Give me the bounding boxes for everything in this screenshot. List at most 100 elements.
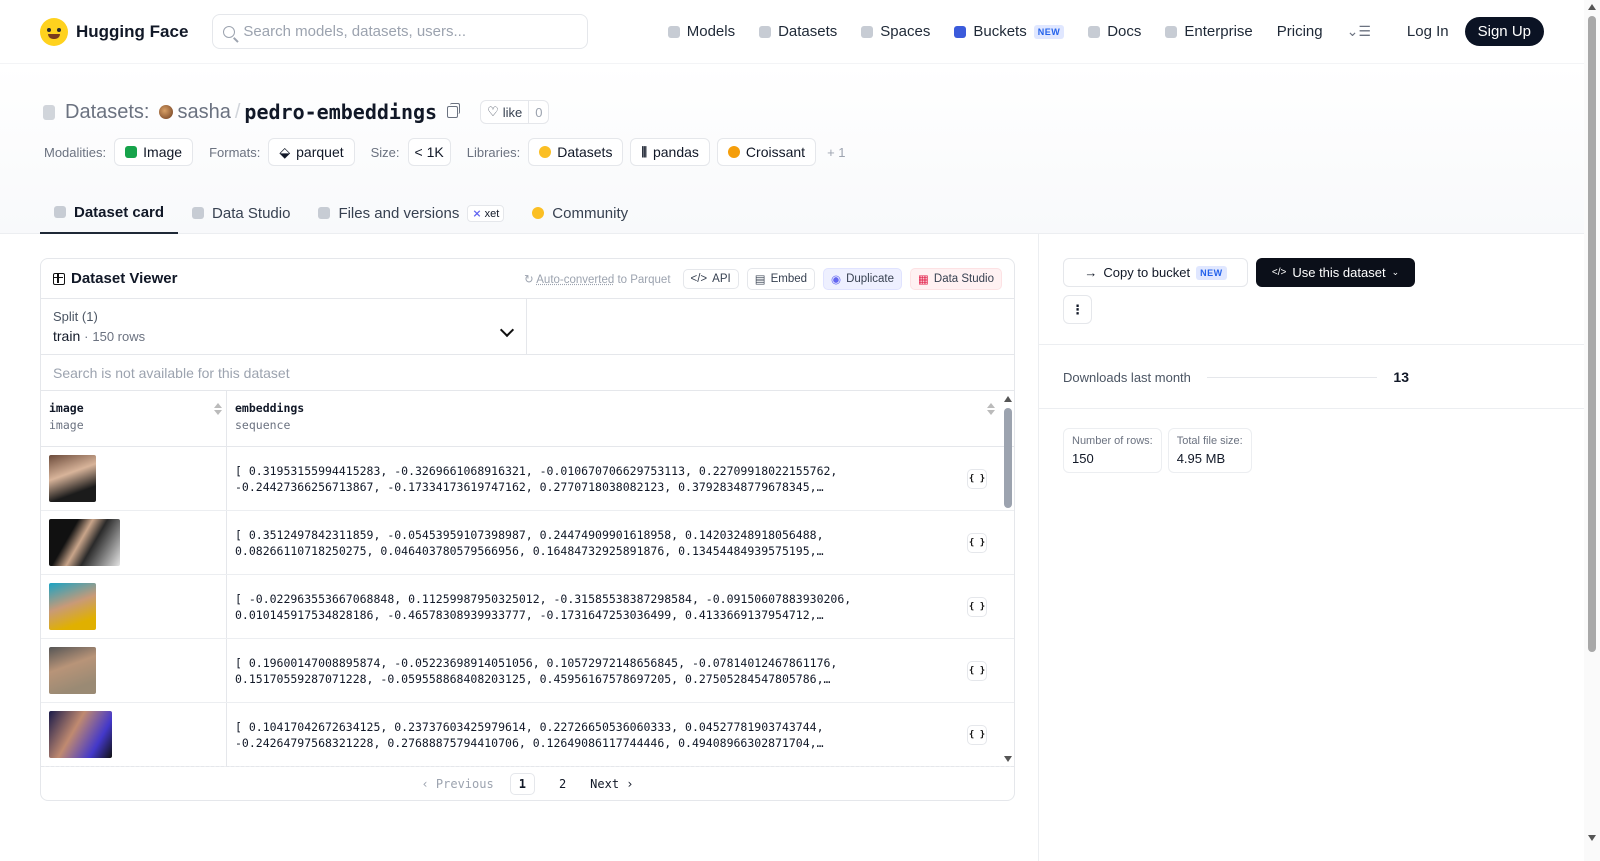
nav-docs-label: Docs: [1107, 23, 1142, 40]
tag-size[interactable]: < 1K: [407, 138, 451, 166]
json-view-button[interactable]: { }: [967, 597, 987, 617]
tag-pandas-label: pandas: [652, 144, 699, 160]
nav-datasets-label: Datasets: [778, 23, 838, 40]
size-stat-value: 4.95 MB: [1176, 451, 1226, 466]
nav-pricing[interactable]: Pricing: [1277, 23, 1323, 40]
xet-badge: ⨯ xet: [467, 204, 505, 222]
tag-pandas[interactable]: ⫼ pandas: [630, 138, 710, 166]
repo-title: Datasets: sasha / pedro-embeddings ♡ like…: [43, 100, 550, 124]
embeddings-cell: [ 0.31953155994415283, -0.32696610689163…: [227, 447, 999, 510]
nav-spaces[interactable]: Spaces: [861, 23, 930, 40]
column-image[interactable]: image image: [41, 391, 227, 446]
breadcrumb-owner[interactable]: sasha: [177, 101, 230, 124]
next-page-button[interactable]: Next ›: [590, 777, 633, 791]
tag-datasets[interactable]: Datasets: [528, 138, 624, 166]
json-view-button[interactable]: { }: [967, 469, 987, 489]
split-label: Split (1): [53, 309, 98, 324]
tag-parquet[interactable]: ⬙ parquet: [268, 138, 355, 166]
table-row[interactable]: [ 0.10417042672634125, 0.237376034259796…: [41, 703, 1014, 767]
enterprise-icon: [1165, 25, 1178, 38]
tab-community[interactable]: Community: [518, 192, 642, 234]
column-embeddings-type: sequence: [235, 418, 291, 432]
table-header: image image embeddings sequence: [41, 391, 1014, 447]
nav-models[interactable]: Models: [667, 23, 735, 40]
copy-to-bucket-button[interactable]: → Copy to bucket NEW: [1063, 258, 1248, 287]
tab-dataset-card[interactable]: Dataset card: [40, 192, 179, 234]
breadcrumb-datasets[interactable]: Datasets:: [65, 101, 149, 124]
brand-link[interactable]: Hugging Face: [40, 17, 188, 46]
copy-icon[interactable]: [447, 103, 461, 118]
login-link[interactable]: Log In: [1407, 23, 1449, 40]
signup-button[interactable]: Sign Up: [1464, 17, 1544, 46]
size-stat: Total file size: 4.95 MB: [1167, 428, 1252, 473]
downloads-stat: Downloads last month 13: [1063, 369, 1409, 385]
scroll-up-icon[interactable]: [1004, 396, 1012, 402]
page-scrollbar[interactable]: [1584, 0, 1600, 861]
thumbnail-image[interactable]: [49, 647, 96, 694]
like-label: like: [502, 104, 523, 120]
image-cell: [41, 703, 227, 766]
thumbnail-image[interactable]: [49, 519, 120, 566]
tab-data-studio[interactable]: Data Studio: [178, 192, 304, 234]
repo-name[interactable]: pedro-embeddings: [244, 100, 437, 124]
auto-converted-link[interactable]: Auto-converted: [536, 274, 614, 286]
more-menu-icon[interactable]: ⌄☰: [1347, 23, 1371, 40]
duplicate-button[interactable]: ◉ Duplicate: [823, 267, 903, 290]
page-2-button[interactable]: 2: [551, 774, 574, 794]
more-options-button[interactable]: ⋮: [1063, 295, 1092, 324]
nav-datasets[interactable]: Datasets: [759, 23, 837, 40]
tag-croissant[interactable]: Croissant: [716, 138, 817, 166]
new-badge: NEW: [1196, 265, 1227, 280]
embedding-line: 0.08266110718250275, 0.04640378057956695…: [235, 544, 824, 558]
previous-page-button[interactable]: ‹ Previous: [421, 777, 493, 791]
api-button[interactable]: </> API: [682, 268, 739, 289]
viewer-actions: ↻ Auto-converted to Parquet </> API ▤ Embe…: [524, 267, 1002, 290]
nav-docs[interactable]: Docs: [1088, 23, 1141, 40]
json-view-button[interactable]: { }: [967, 661, 987, 681]
page-scroll-thumb[interactable]: [1588, 16, 1596, 652]
data-studio-button[interactable]: ▦ Data Studio: [910, 267, 1002, 290]
nav-enterprise[interactable]: Enterprise: [1165, 23, 1253, 40]
column-embeddings[interactable]: embeddings sequence: [227, 391, 999, 446]
json-view-button[interactable]: { }: [967, 725, 987, 745]
split-select[interactable]: Split (1) train · 150 rows: [41, 299, 527, 354]
split-value: train · 150 rows: [53, 328, 514, 344]
code-icon: </>: [1271, 267, 1287, 278]
hf-datasets-icon: [539, 146, 552, 158]
table-row[interactable]: [ 0.31953155994415283, -0.32696610689163…: [41, 447, 1014, 511]
thumbnail-image[interactable]: [49, 711, 112, 758]
embedding-line: -0.24427366256713867, -0.173341736197471…: [235, 480, 824, 494]
table-row[interactable]: [ 0.19600147008895874, -0.05223698914051…: [41, 639, 1014, 703]
sidebar: → Copy to bucket NEW </> Use this datase…: [1038, 234, 1585, 861]
page-scroll-up-icon[interactable]: [1588, 4, 1596, 10]
embed-icon: ▤: [754, 273, 766, 286]
breadcrumb-separator: /: [234, 100, 241, 123]
scroll-down-icon[interactable]: [1004, 756, 1012, 762]
search-icon: [223, 25, 236, 38]
scroll-thumb[interactable]: [1004, 408, 1012, 508]
to-parquet-text: to Parquet: [614, 273, 671, 286]
size-label: Size:: [370, 144, 400, 160]
search-input[interactable]: Search models, datasets, users...: [212, 14, 589, 49]
api-button-label: API: [712, 272, 731, 285]
like-count[interactable]: 0: [528, 101, 548, 123]
more-libraries[interactable]: + 1: [827, 145, 845, 160]
use-dataset-button[interactable]: </> Use this dataset ⌄: [1256, 258, 1415, 287]
like-button[interactable]: ♡ like 0: [480, 100, 550, 124]
tag-image[interactable]: Image: [114, 138, 194, 166]
table-scrollbar[interactable]: [1004, 392, 1012, 766]
tab-files[interactable]: Files and versions ⨯ xet: [304, 192, 518, 234]
json-view-button[interactable]: { }: [967, 533, 987, 553]
thumbnail-image[interactable]: [49, 583, 96, 630]
thumbnail-image[interactable]: [49, 455, 96, 502]
divider: [1039, 408, 1585, 409]
embed-button[interactable]: ▤ Embed: [746, 267, 816, 290]
nav-buckets[interactable]: Buckets NEW: [954, 23, 1065, 40]
table-icon: [53, 272, 65, 285]
page-1-button[interactable]: 1: [509, 772, 535, 795]
table-row[interactable]: [ -0.022963553667068848, 0.1125998795032…: [41, 575, 1014, 639]
table-row[interactable]: [ 0.3512497842311859, -0.054539591073989…: [41, 511, 1014, 575]
page-scroll-down-icon[interactable]: [1588, 835, 1596, 841]
formats-label: Formats:: [209, 144, 261, 160]
column-image-type: image: [49, 418, 84, 432]
